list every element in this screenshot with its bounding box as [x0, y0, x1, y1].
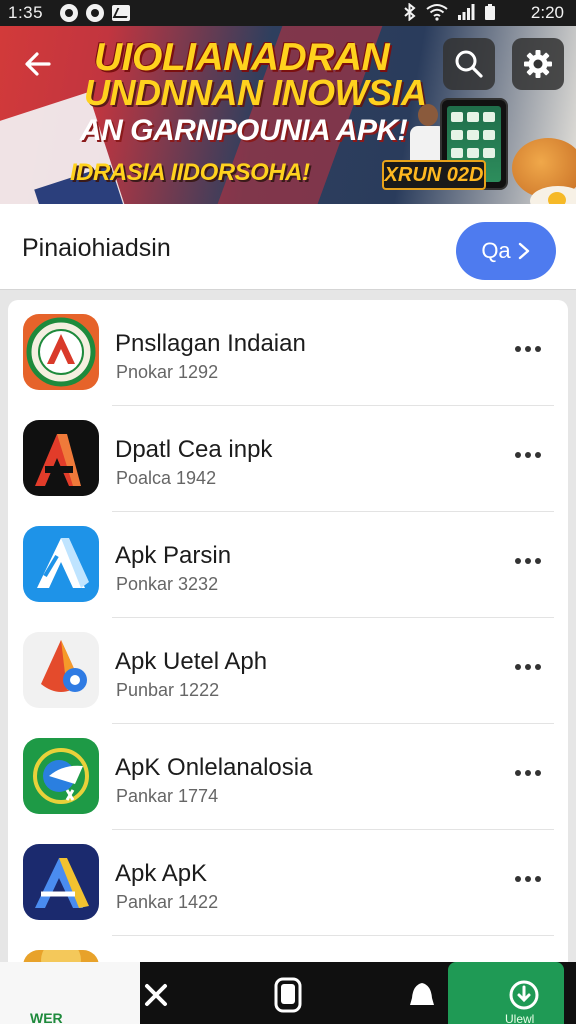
notification-circle-icon [86, 4, 104, 22]
app-subtitle: Pankar 1422 [116, 892, 219, 912]
banner-badge: XRUN 02D [382, 160, 486, 190]
close-x-icon [145, 984, 167, 1006]
chevron-right-icon [518, 242, 529, 260]
section-action-label: Qa [481, 238, 511, 263]
app-icon-globe [23, 738, 99, 814]
tab-notifications[interactable] [392, 970, 452, 1020]
more-options-icon[interactable] [508, 864, 548, 894]
bottom-left-label: WER [30, 1010, 63, 1024]
notification-icons [60, 4, 130, 22]
status-bar: 1:35 2:20 [0, 0, 576, 26]
list-item[interactable]: ApK Onlelanalosia Pankar 1774 [8, 724, 568, 830]
app-name: Apk Uetel Aph [115, 648, 268, 675]
more-options-icon[interactable] [508, 334, 548, 364]
tab-home[interactable] [258, 970, 318, 1020]
bottom-left-panel[interactable] [0, 962, 140, 1024]
more-options-icon[interactable] [508, 440, 548, 470]
more-options-icon[interactable] [508, 652, 548, 682]
app-name: Apk Parsin [115, 542, 232, 569]
search-icon [455, 50, 483, 78]
banner-headline-2: UNDNNAN INOWSIA [84, 72, 427, 113]
app-icon-pin [23, 632, 99, 708]
signal-icon [458, 4, 475, 20]
list-item[interactable]: Pnsllagan Indaian Pnokar 1292 [8, 300, 568, 406]
banner-headline-3: AN GARNPOUNIA APK! [80, 114, 408, 147]
bluetooth-icon [404, 3, 416, 21]
app-subtitle: Pnokar 1292 [116, 362, 219, 382]
app-name: Dpatl Cea inpk [115, 436, 273, 463]
banner-headline-4: IDRASIA IIDORSOHA! [70, 159, 310, 186]
app-name: Pnsllagan Indaian [115, 330, 306, 357]
download-circle-icon [509, 980, 539, 1010]
app-subtitle: Pankar 1774 [116, 786, 219, 806]
settings-button[interactable] [512, 38, 564, 90]
wifi-icon [426, 4, 448, 21]
battery-icon [485, 4, 495, 20]
app-name: Apk ApK [115, 860, 208, 887]
app-name: ApK Onlelanalosia [115, 754, 313, 781]
image-notification-icon [112, 5, 130, 21]
search-button[interactable] [443, 38, 495, 90]
status-time-left: 1:35 [8, 3, 44, 22]
app-icon-a-logo [23, 420, 99, 496]
tab-close[interactable] [126, 970, 186, 1020]
app-icon-blue-a [23, 526, 99, 602]
system-icons [403, 3, 496, 21]
notification-circle-icon [60, 4, 78, 22]
bottom-navigation: WER Ulewl [0, 962, 576, 1024]
gear-icon [524, 50, 552, 78]
more-options-icon[interactable] [508, 546, 548, 576]
bell-icon [410, 983, 434, 1005]
app-subtitle: Ponkar 3232 [116, 574, 219, 594]
list-item[interactable]: Apk Uetel Aph Punbar 1222 [8, 618, 568, 724]
section-header: Pinaiohiadsin Qa [0, 204, 576, 290]
app-list: Pnsllagan Indaian Pnokar 1292 Dpatl Cea … [8, 300, 568, 1000]
app-icon-gradient-a [23, 844, 99, 920]
app-subtitle: Punbar 1222 [116, 680, 220, 700]
back-button[interactable] [12, 38, 64, 90]
status-time-right: 2:20 [530, 3, 564, 22]
more-options-icon[interactable] [508, 758, 548, 788]
app-icon-emblem [23, 314, 99, 390]
list-item[interactable]: Apk ApK Pankar 1422 [8, 830, 568, 936]
active-tab-label: Ulewl [505, 1012, 535, 1024]
list-item[interactable]: Dpatl Cea inpk Poalca 1942 [8, 406, 568, 512]
app-subtitle: Poalca 1942 [116, 468, 217, 488]
phone-icon [274, 977, 302, 1013]
list-item[interactable]: Apk Parsin Ponkar 3232 [8, 512, 568, 618]
back-arrow-icon [25, 52, 51, 76]
section-title: Pinaiohiadsin [22, 234, 171, 262]
section-action-button[interactable]: Qa [456, 222, 556, 280]
